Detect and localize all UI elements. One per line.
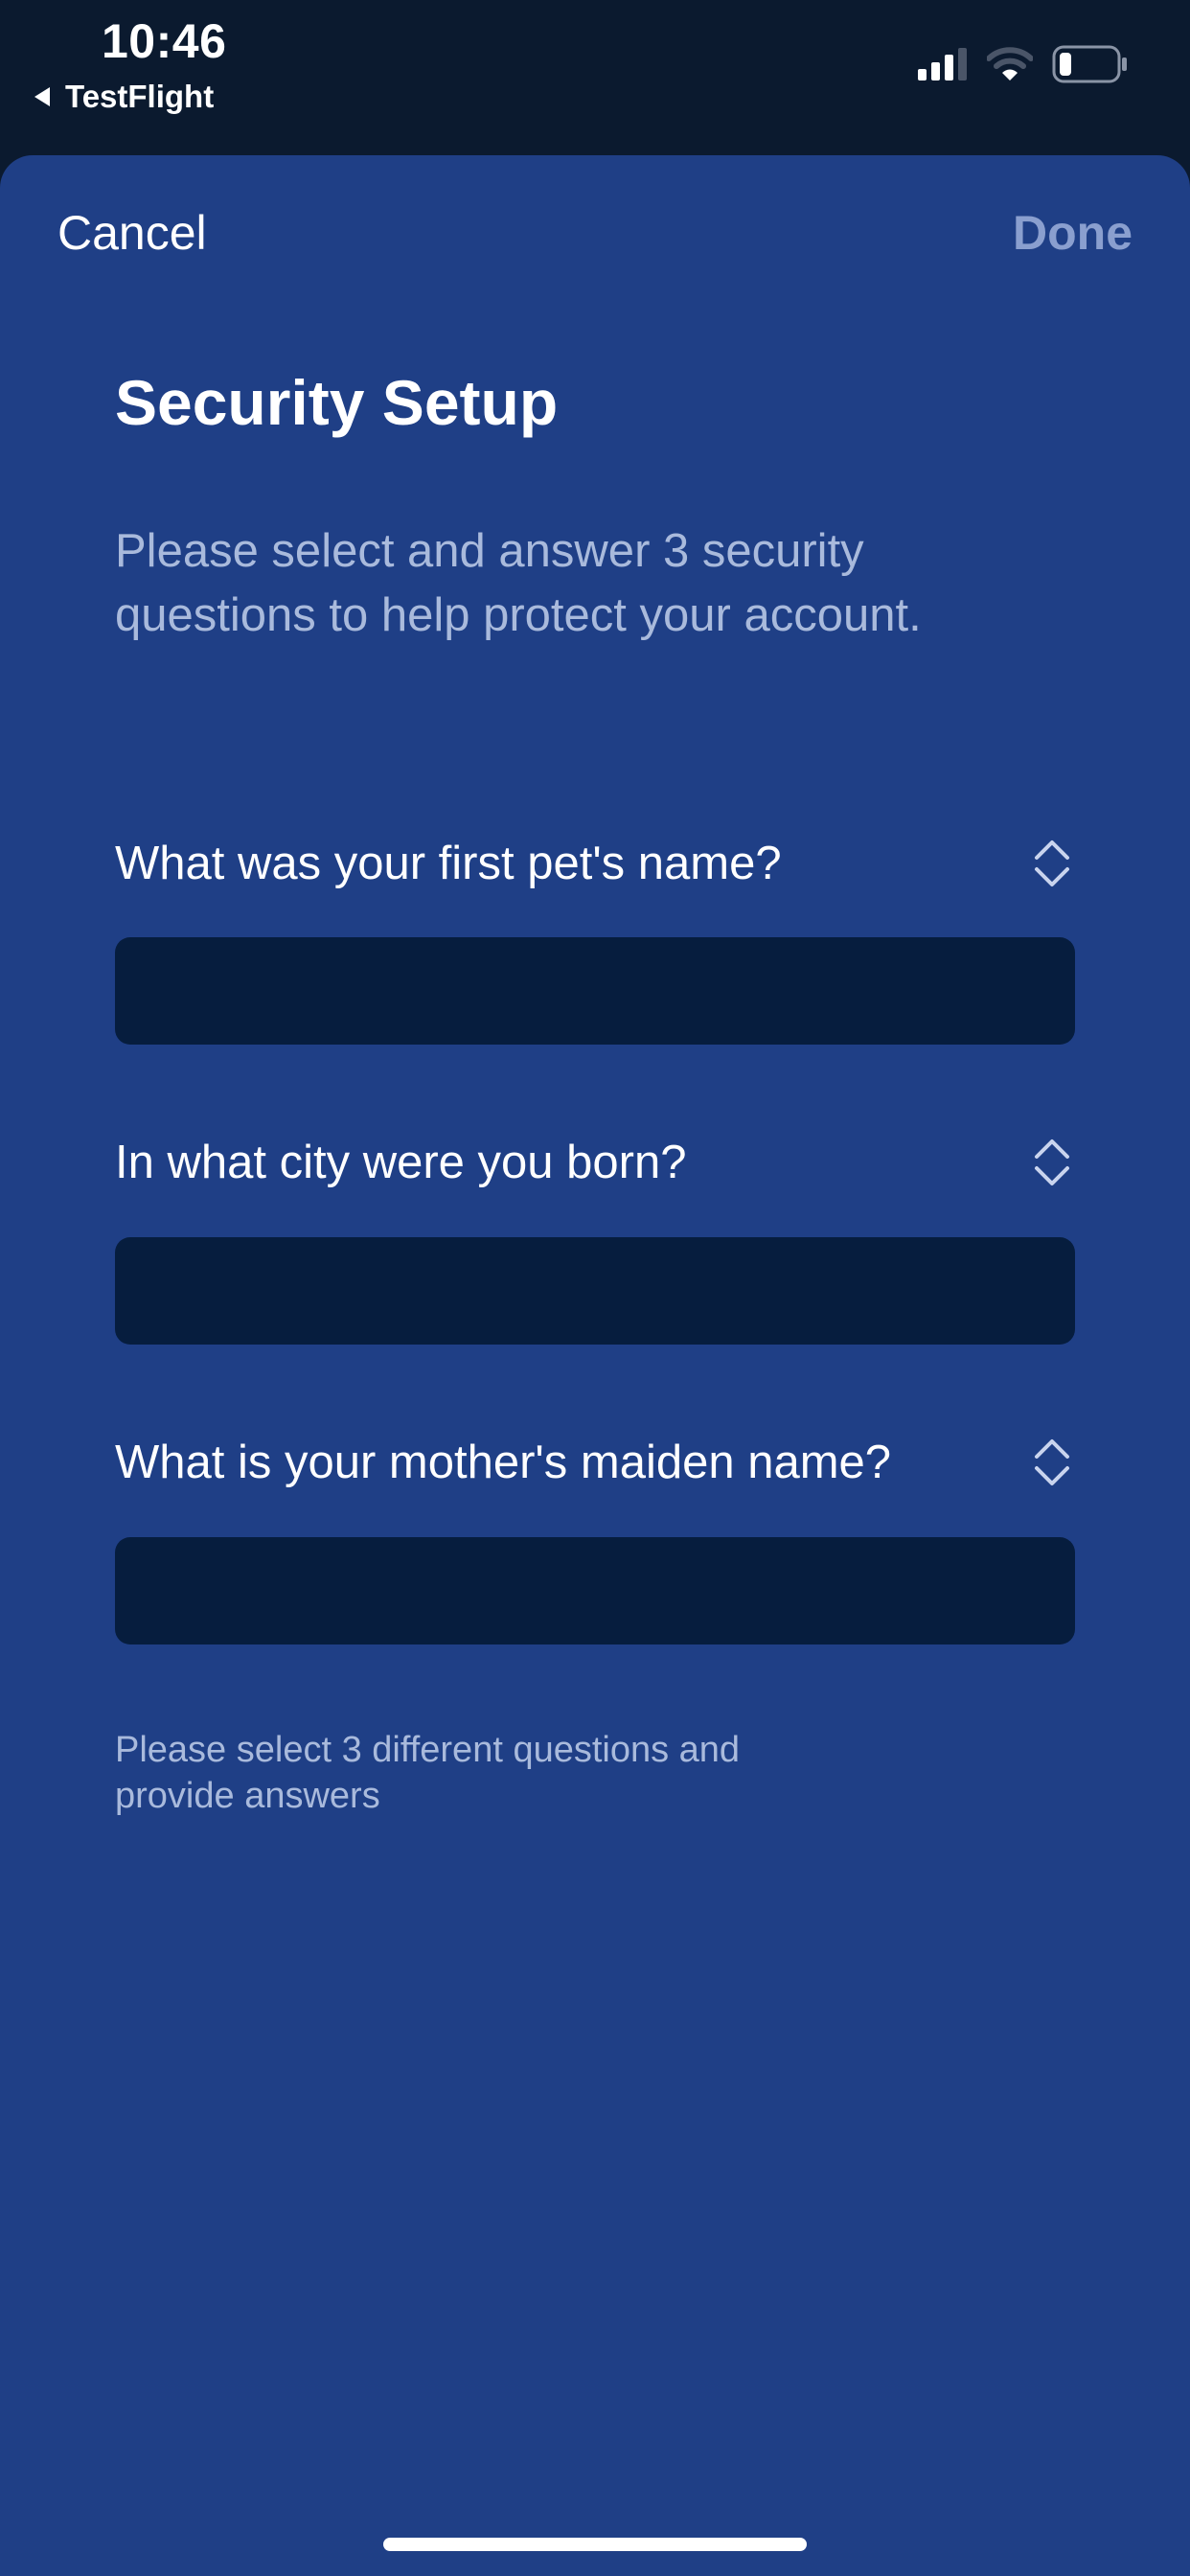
- back-to-app-link[interactable]: TestFlight: [34, 79, 214, 115]
- question-label: What is your mother's maiden name?: [115, 1437, 892, 1488]
- answer-field-2[interactable]: [115, 1237, 1075, 1345]
- chevron-up-down-icon: [1035, 1439, 1069, 1485]
- screen: 10:46 TestFlight Cancel Done Security Se…: [0, 0, 1190, 2576]
- question-label: What was your first pet's name?: [115, 838, 782, 889]
- chevron-up-down-icon: [1035, 1139, 1069, 1185]
- answer-field-1[interactable]: [115, 937, 1075, 1045]
- cellular-signal-icon: [918, 48, 967, 80]
- question-picker-1[interactable]: What was your first pet's name?: [115, 820, 1075, 907]
- home-indicator[interactable]: [383, 2538, 807, 2551]
- battery-icon: [1052, 45, 1127, 83]
- back-triangle-icon: [34, 87, 50, 106]
- status-time: 10:46: [102, 14, 227, 68]
- question-picker-3[interactable]: What is your mother's maiden name?: [115, 1419, 1075, 1506]
- security-setup-sheet: Cancel Done Security Setup Please select…: [0, 155, 1190, 2576]
- question-label: In what city were you born?: [115, 1137, 687, 1188]
- back-app-label: TestFlight: [65, 79, 215, 114]
- question-picker-2[interactable]: In what city were you born?: [115, 1119, 1075, 1206]
- chevron-up-down-icon: [1035, 840, 1069, 886]
- wifi-icon: [987, 47, 1033, 80]
- page-title: Security Setup: [115, 367, 559, 438]
- answer-field-3[interactable]: [115, 1537, 1075, 1644]
- validation-hint: Please select 3 different questions and …: [115, 1730, 741, 1816]
- done-button[interactable]: Done: [1013, 205, 1133, 261]
- page-subtitle: Please select and answer 3 security ques…: [115, 525, 922, 641]
- cancel-button[interactable]: Cancel: [57, 205, 207, 261]
